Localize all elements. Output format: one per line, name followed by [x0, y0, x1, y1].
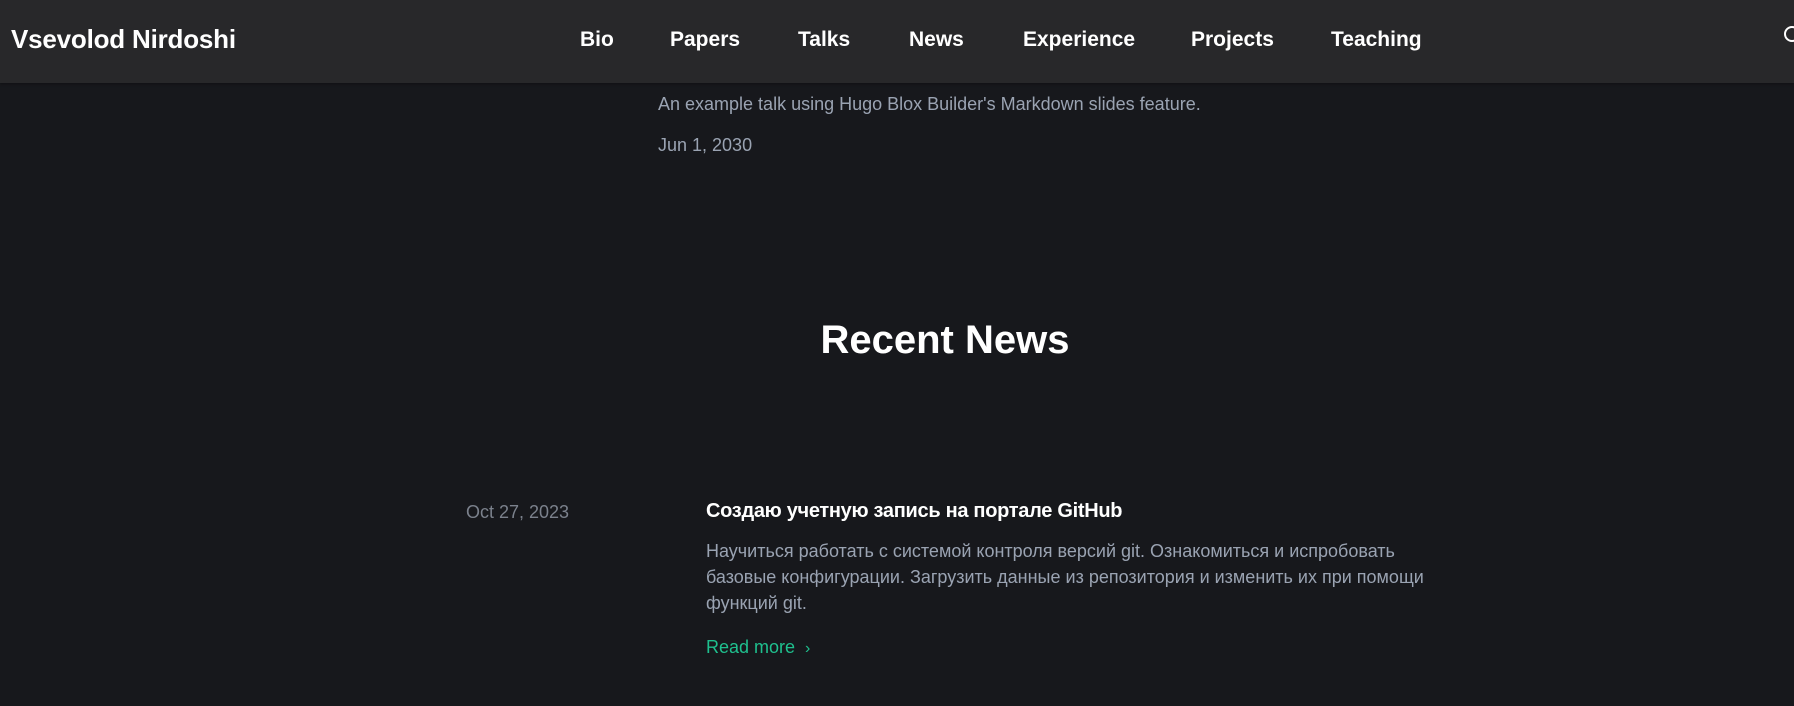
search-icon[interactable]	[1784, 26, 1794, 42]
talk-summary: An example talk using Hugo Blox Builder'…	[658, 94, 1201, 114]
nav-item-bio[interactable]: Bio	[580, 28, 614, 52]
nav-item-news[interactable]: News	[909, 28, 964, 52]
talk-date: Jun 1, 2030	[658, 135, 753, 155]
read-more-label: Read more	[706, 637, 796, 657]
news-date: Oct 27, 2023	[466, 502, 570, 522]
nav-item-teaching[interactable]: Teaching	[1331, 28, 1422, 52]
top-navbar: Vsevolod Nirdoshi Bio Papers Talks News …	[0, 0, 1794, 83]
nav-item-projects[interactable]: Projects	[1191, 28, 1274, 52]
news-summary: Научиться работать с системой контроля в…	[706, 541, 1424, 613]
read-more-link[interactable]: Read more ›	[706, 637, 810, 658]
section-title: Recent News	[820, 318, 1070, 362]
nav-item-talks[interactable]: Talks	[798, 28, 850, 52]
nav-item-papers[interactable]: Papers	[670, 28, 740, 52]
chevron-right-icon: ›	[805, 640, 811, 657]
site-brand-link[interactable]: Vsevolod Nirdoshi	[11, 24, 236, 55]
news-title-link[interactable]: Создаю учетную запись на портале GitHub	[706, 500, 1122, 523]
nav-item-experience[interactable]: Experience	[1023, 28, 1135, 52]
